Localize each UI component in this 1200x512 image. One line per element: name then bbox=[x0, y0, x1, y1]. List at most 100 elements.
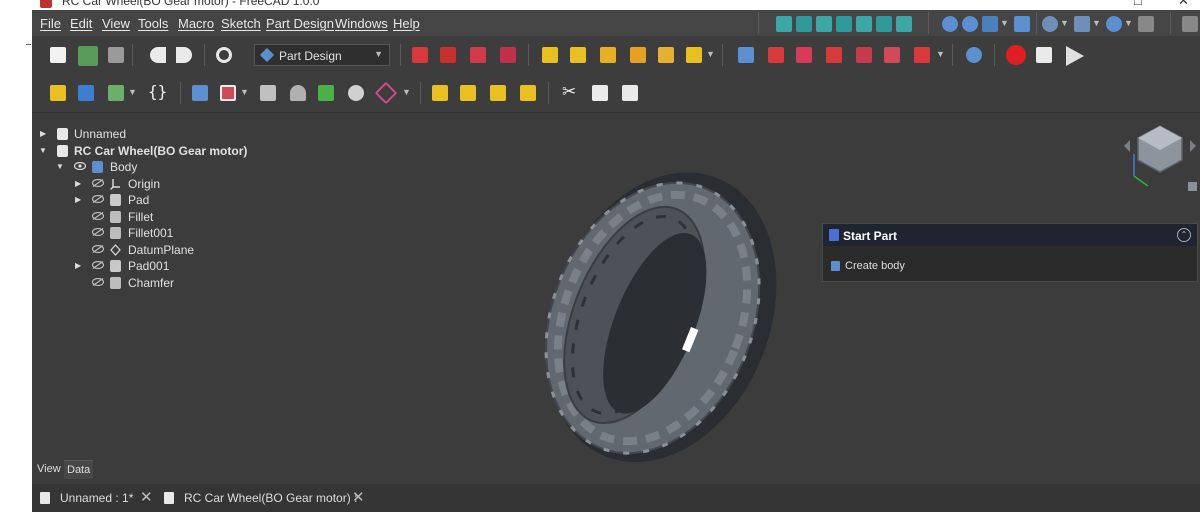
hole-icon[interactable] bbox=[768, 47, 784, 63]
subtractive-helix-icon[interactable] bbox=[884, 47, 900, 63]
body-tool-icon[interactable] bbox=[192, 85, 208, 101]
zoom-out-icon[interactable] bbox=[962, 16, 978, 32]
copy-icon[interactable] bbox=[592, 85, 608, 101]
eye-hidden-icon[interactable] bbox=[92, 179, 104, 187]
link-dropdown-icon[interactable]: ▼ bbox=[128, 87, 137, 97]
tab-data[interactable]: Data bbox=[64, 460, 94, 479]
navigation-cube[interactable] bbox=[1124, 125, 1197, 191]
local-coordinate-icon[interactable] bbox=[348, 85, 364, 101]
workbench-selector[interactable]: Part Design ▼ bbox=[254, 44, 390, 66]
validate-sketch-icon[interactable] bbox=[470, 47, 486, 63]
polar-pattern-icon[interactable] bbox=[490, 85, 506, 101]
sketch-tool-icon[interactable] bbox=[220, 85, 236, 101]
tab-view[interactable]: View bbox=[34, 460, 64, 478]
eye-visibility-icon[interactable] bbox=[74, 162, 86, 170]
tree-item-datum-plane[interactable]: DatumPlane bbox=[32, 242, 352, 258]
revolution-icon[interactable] bbox=[570, 47, 586, 63]
menu-view[interactable]: View bbox=[102, 16, 130, 31]
expand-right-icon[interactable]: ▶ bbox=[40, 129, 46, 138]
redo-icon[interactable] bbox=[176, 47, 192, 63]
task-panel-header[interactable]: Start Part ⌃ bbox=[823, 224, 1197, 246]
mirrored-icon[interactable] bbox=[432, 85, 448, 101]
collapse-panel-icon[interactable]: ⌃ bbox=[1177, 228, 1191, 242]
nav-arrow-right-icon[interactable] bbox=[1190, 140, 1196, 152]
menu-file[interactable]: File bbox=[40, 16, 61, 31]
draw-style-dropdown-icon[interactable]: ▼ bbox=[1000, 18, 1009, 28]
expand-down-icon[interactable]: ▼ bbox=[56, 162, 64, 171]
boolean-icon[interactable] bbox=[966, 47, 982, 63]
part-icon[interactable] bbox=[50, 85, 66, 101]
view-left-icon[interactable] bbox=[896, 16, 912, 32]
eye-hidden-icon[interactable] bbox=[92, 261, 104, 269]
macro-edit-icon[interactable] bbox=[1036, 47, 1052, 63]
tree-item-rc-car-wheel[interactable]: ▼ RC Car Wheel(BO Gear motor) bbox=[32, 143, 352, 159]
zoom-box-icon[interactable] bbox=[1106, 16, 1122, 32]
additive-helix-icon[interactable] bbox=[658, 47, 674, 63]
link-icon[interactable] bbox=[108, 85, 124, 101]
tree-item-pad001[interactable]: ▶ Pad001 bbox=[32, 258, 352, 274]
doc-tab-rc-car-wheel[interactable]: RC Car Wheel(BO Gear motor) : 1* ✕ bbox=[162, 488, 372, 512]
close-tab-icon[interactable]: ✕ bbox=[352, 488, 365, 508]
menu-macro[interactable]: Macro bbox=[178, 16, 214, 31]
tree-item-unnamed[interactable]: ▶ Unnamed bbox=[32, 126, 352, 142]
std-view-icon[interactable] bbox=[1042, 16, 1058, 32]
view-top-icon[interactable] bbox=[816, 16, 832, 32]
tree-item-origin[interactable]: ▶ Origin bbox=[32, 176, 352, 192]
nav-cube-menu-icon[interactable] bbox=[1188, 182, 1197, 191]
sub-shape-binder-icon[interactable] bbox=[318, 85, 334, 101]
expand-right-icon[interactable]: ▶ bbox=[75, 195, 81, 204]
macros-braces-icon[interactable]: {} bbox=[148, 82, 167, 101]
doc-tab-unnamed[interactable]: Unnamed : 1* ✕ bbox=[38, 488, 156, 508]
subtractive-loft-icon[interactable] bbox=[826, 47, 842, 63]
pad-icon[interactable] bbox=[542, 47, 558, 63]
additive-primitive-dropdown-icon[interactable]: ▼ bbox=[706, 49, 715, 59]
attach-sketch-icon[interactable] bbox=[500, 47, 516, 63]
undo-icon[interactable] bbox=[150, 47, 166, 63]
menu-part-design[interactable]: Part Design bbox=[266, 16, 334, 31]
group-icon[interactable] bbox=[78, 85, 94, 101]
refresh-icon[interactable] bbox=[216, 47, 232, 63]
subtractive-primitive-dropdown-icon[interactable]: ▼ bbox=[936, 49, 945, 59]
create-body-icon[interactable] bbox=[412, 47, 428, 63]
subtractive-primitive-icon[interactable] bbox=[914, 47, 930, 63]
sketch-tool-dropdown-icon[interactable]: ▼ bbox=[240, 87, 249, 97]
nav-arrow-left-icon[interactable] bbox=[1124, 140, 1130, 152]
selection-icon[interactable] bbox=[1074, 16, 1090, 32]
tree-item-pad[interactable]: ▶ Pad bbox=[32, 192, 352, 208]
datum-dropdown-icon[interactable]: ▼ bbox=[402, 87, 411, 97]
view-rear-icon[interactable] bbox=[856, 16, 872, 32]
stereo-icon[interactable] bbox=[1138, 16, 1154, 32]
macro-run-icon[interactable] bbox=[1066, 46, 1084, 66]
close-window-icon[interactable]: ✕ bbox=[1178, 0, 1189, 9]
shape-binder-icon[interactable] bbox=[260, 85, 276, 101]
whats-this-icon[interactable] bbox=[1182, 16, 1198, 32]
eye-hidden-icon[interactable] bbox=[92, 212, 104, 220]
macro-record-icon[interactable] bbox=[1006, 45, 1026, 65]
additive-pipe-icon[interactable] bbox=[630, 47, 646, 63]
view-bottom-icon[interactable] bbox=[876, 16, 892, 32]
menu-edit[interactable]: Edit bbox=[70, 16, 92, 31]
close-tab-icon[interactable]: ✕ bbox=[140, 488, 153, 508]
eye-hidden-icon[interactable] bbox=[92, 228, 104, 236]
create-body-link[interactable]: Create body bbox=[845, 260, 905, 272]
3d-viewport[interactable] bbox=[352, 112, 1200, 484]
menu-help[interactable]: Help bbox=[393, 16, 420, 31]
expand-right-icon[interactable]: ▶ bbox=[75, 261, 81, 270]
pocket-icon[interactable] bbox=[738, 47, 754, 63]
maximize-icon[interactable]: □ bbox=[1134, 0, 1142, 8]
datum-plane-tool-icon[interactable] bbox=[374, 81, 398, 105]
expand-down-icon[interactable]: ▼ bbox=[39, 146, 47, 155]
new-document-icon[interactable] bbox=[50, 47, 66, 63]
selection-dropdown-icon[interactable]: ▼ bbox=[1092, 18, 1101, 28]
zoom-dropdown-icon[interactable]: ▼ bbox=[1124, 18, 1133, 28]
tree-item-body[interactable]: ▼ Body bbox=[32, 159, 352, 175]
eye-hidden-icon[interactable] bbox=[92, 278, 104, 286]
view-front-icon[interactable] bbox=[796, 16, 812, 32]
zoom-in-icon[interactable] bbox=[942, 16, 958, 32]
menu-tools[interactable]: Tools bbox=[138, 16, 168, 31]
subtractive-pipe-icon[interactable] bbox=[856, 47, 872, 63]
tree-item-chamfer[interactable]: Chamfer bbox=[32, 275, 352, 291]
groove-icon[interactable] bbox=[796, 47, 812, 63]
clone-icon[interactable] bbox=[290, 85, 306, 101]
expand-right-icon[interactable]: ▶ bbox=[75, 179, 81, 188]
